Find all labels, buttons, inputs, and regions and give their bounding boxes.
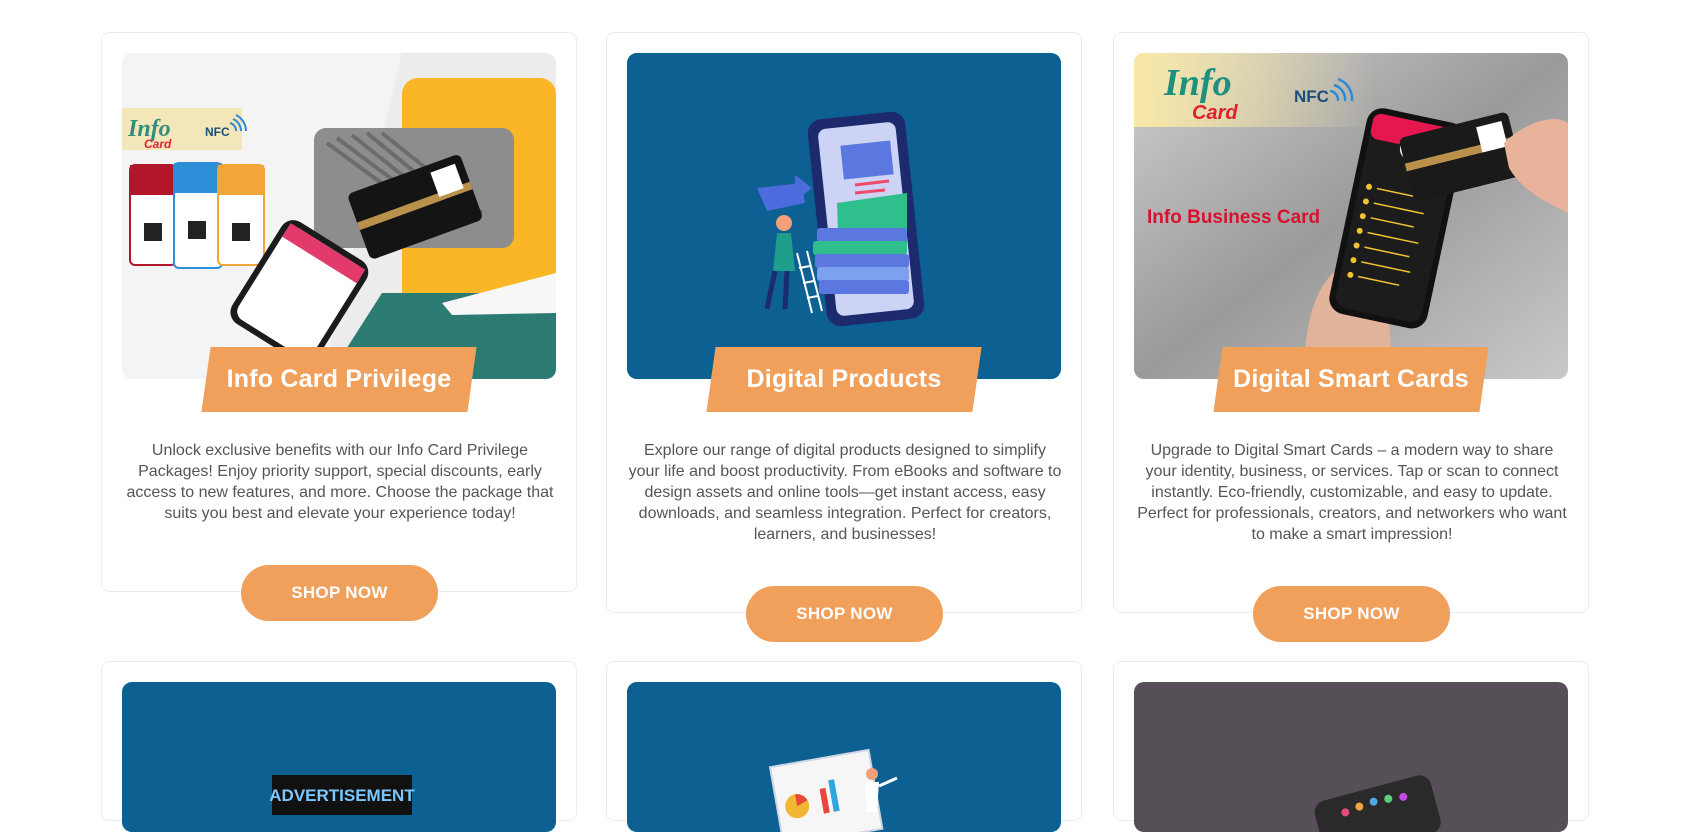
card-description: Upgrade to Digital Smart Cards – a moder…	[1137, 442, 1567, 543]
nfc-label: NFC	[205, 125, 230, 139]
shop-now-button[interactable]: SHOP NOW	[1253, 586, 1450, 642]
product-card-presentation	[606, 661, 1082, 832]
shop-now-button[interactable]: SHOP NOW	[746, 586, 943, 642]
info-business-card-headline: Info Business Card	[1147, 207, 1320, 228]
card-title: Info Card Privilege	[226, 365, 452, 393]
card-description: Unlock exclusive benefits with our Info …	[126, 442, 554, 522]
digital-products-image[interactable]	[627, 53, 1061, 379]
advertisement-image[interactable]: ADVERTISEMENT	[122, 682, 556, 832]
advertisement-label: ADVERTISEMENT	[269, 786, 415, 805]
logo-info-text: Info	[1163, 62, 1232, 104]
card-title-banner: Digital Smart Cards	[1213, 347, 1489, 412]
card-title: Digital Smart Cards	[1233, 365, 1469, 393]
product-card-advertisement: ADVERTISEMENT	[101, 661, 577, 832]
card-description: Explore our range of digital products de…	[628, 442, 1062, 543]
info-card-privilege-image[interactable]: Info Card NFC	[122, 53, 556, 379]
logo-card-text: Card	[144, 137, 172, 151]
nfc-label: NFC	[1294, 87, 1329, 106]
mobile-apps-image[interactable]	[1134, 682, 1568, 832]
card-title: Digital Products	[746, 365, 942, 393]
logo-card-text: Card	[1192, 102, 1238, 124]
digital-smart-cards-image[interactable]: Info Card NFC Info Business Card	[1134, 53, 1568, 379]
shop-now-button[interactable]: SHOP NOW	[241, 565, 438, 621]
product-card-info-card-privilege: Info Card NFC Info Card Privilege Unlock…	[101, 32, 577, 621]
product-card-mobile-apps	[1113, 661, 1589, 832]
product-card-digital-products: Digital Products Explore our range of di…	[606, 32, 1082, 642]
card-title-banner: Info Card Privilege	[201, 347, 477, 412]
presentation-image[interactable]	[627, 682, 1061, 832]
card-title-banner: Digital Products	[706, 347, 982, 412]
product-card-digital-smart-cards: Info Card NFC Info Business Card Digital…	[1113, 32, 1589, 642]
